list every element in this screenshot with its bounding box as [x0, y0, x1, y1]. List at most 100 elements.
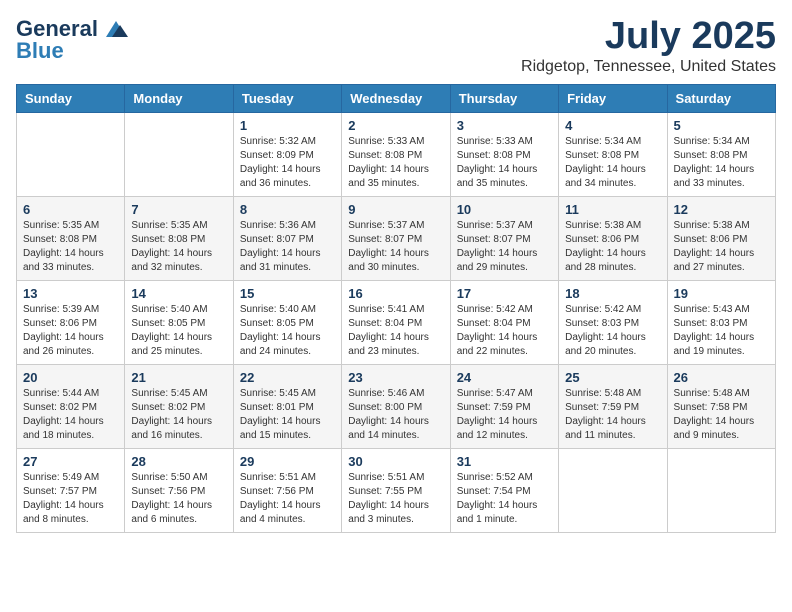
calendar-day-cell: 18Sunrise: 5:42 AM Sunset: 8:03 PM Dayli… [559, 280, 667, 364]
day-info: Sunrise: 5:36 AM Sunset: 8:07 PM Dayligh… [240, 219, 335, 275]
calendar-day-cell: 17 Sunrise: 5:42 AM Sunset: 8:04 PM Dayli… [450, 280, 558, 364]
day-info: Sunrise: 5:46 AM Sunset: 8:00 PM Dayligh… [348, 387, 443, 443]
day-info: Sunrise: 5:37 AM Sunset: 8:07 PM Dayligh… [457, 219, 552, 275]
day-number: 4 [565, 118, 660, 133]
day-info: Sunrise: 5:49 AM Sunset: 7:57 PM Dayligh… [23, 471, 118, 527]
day-info: Sunrise: 5:34 AM Sunset: 8:08 PM Dayligh… [565, 135, 660, 191]
day-number: 28 [131, 454, 226, 469]
calendar-day-cell: 29 Sunrise: 5:51 AM Sunset: 7:56 PM Dayli… [233, 448, 341, 532]
day-number: 1 [240, 118, 335, 133]
day-info: Sunrise: 5:42 AM Sunset: 8:04 PM Dayligh… [457, 303, 552, 359]
calendar-week-row: 6 Sunrise: 5:35 AM Sunset: 8:08 PM Daylig… [17, 196, 776, 280]
day-header-monday: Monday [125, 84, 233, 112]
day-header-saturday: Saturday [667, 84, 775, 112]
calendar-day-cell: 19 Sunrise: 5:43 AM Sunset: 8:03 PM Dayli… [667, 280, 775, 364]
day-number: 6 [23, 202, 118, 217]
day-info: Sunrise: 5:38 AM Sunset: 8:06 PM Dayligh… [565, 219, 660, 275]
logo-blue-text: Blue [16, 38, 64, 64]
calendar-day-cell: 14Sunrise: 5:40 AM Sunset: 8:05 PM Dayli… [125, 280, 233, 364]
day-number: 15 [240, 286, 335, 301]
day-info: Sunrise: 5:39 AM Sunset: 8:06 PM Dayligh… [23, 303, 118, 359]
day-header-wednesday: Wednesday [342, 84, 450, 112]
day-info: Sunrise: 5:45 AM Sunset: 8:01 PM Dayligh… [240, 387, 335, 443]
calendar-day-cell: 10 Sunrise: 5:37 AM Sunset: 8:07 PM Dayli… [450, 196, 558, 280]
day-info: Sunrise: 5:38 AM Sunset: 8:06 PM Dayligh… [674, 219, 769, 275]
day-info: Sunrise: 5:52 AM Sunset: 7:54 PM Dayligh… [457, 471, 552, 527]
day-info: Sunrise: 5:32 AM Sunset: 8:09 PM Dayligh… [240, 135, 335, 191]
calendar-week-row: 27 Sunrise: 5:49 AM Sunset: 7:57 PM Dayli… [17, 448, 776, 532]
calendar-day-cell: 12 Sunrise: 5:38 AM Sunset: 8:06 PM Dayli… [667, 196, 775, 280]
day-info: Sunrise: 5:44 AM Sunset: 8:02 PM Dayligh… [23, 387, 118, 443]
day-number: 22 [240, 370, 335, 385]
calendar-day-cell: 3Sunrise: 5:33 AM Sunset: 8:08 PM Daylig… [450, 112, 558, 196]
day-number: 23 [348, 370, 443, 385]
day-number: 18 [565, 286, 660, 301]
day-number: 29 [240, 454, 335, 469]
calendar-day-cell [17, 112, 125, 196]
day-number: 5 [674, 118, 769, 133]
calendar-day-cell [559, 448, 667, 532]
day-number: 2 [348, 118, 443, 133]
day-info: Sunrise: 5:33 AM Sunset: 8:08 PM Dayligh… [457, 135, 552, 191]
day-number: 31 [457, 454, 552, 469]
calendar-day-cell: 20 Sunrise: 5:44 AM Sunset: 8:02 PM Dayli… [17, 364, 125, 448]
day-number: 25 [565, 370, 660, 385]
day-number: 19 [674, 286, 769, 301]
day-number: 16 [348, 286, 443, 301]
day-number: 27 [23, 454, 118, 469]
day-info: Sunrise: 5:40 AM Sunset: 8:05 PM Dayligh… [240, 303, 335, 359]
day-info: Sunrise: 5:43 AM Sunset: 8:03 PM Dayligh… [674, 303, 769, 359]
day-info: Sunrise: 5:51 AM Sunset: 7:56 PM Dayligh… [240, 471, 335, 527]
day-number: 24 [457, 370, 552, 385]
logo-icon [102, 19, 130, 39]
day-info: Sunrise: 5:40 AM Sunset: 8:05 PM Dayligh… [131, 303, 226, 359]
calendar-day-cell [667, 448, 775, 532]
month-title: July 2025 [521, 16, 776, 58]
calendar-day-cell: 23 Sunrise: 5:46 AM Sunset: 8:00 PM Dayli… [342, 364, 450, 448]
calendar-week-row: 1 Sunrise: 5:32 AM Sunset: 8:09 PM Daylig… [17, 112, 776, 196]
day-number: 7 [131, 202, 226, 217]
day-info: Sunrise: 5:48 AM Sunset: 7:59 PM Dayligh… [565, 387, 660, 443]
day-number: 17 [457, 286, 552, 301]
calendar-day-cell: 27 Sunrise: 5:49 AM Sunset: 7:57 PM Dayli… [17, 448, 125, 532]
calendar-day-cell: 26Sunrise: 5:48 AM Sunset: 7:58 PM Dayli… [667, 364, 775, 448]
day-header-tuesday: Tuesday [233, 84, 341, 112]
calendar-day-cell: 11 Sunrise: 5:38 AM Sunset: 8:06 PM Dayli… [559, 196, 667, 280]
page-header: General Blue July 2025 Ridgetop, Tenness… [16, 16, 776, 76]
day-info: Sunrise: 5:47 AM Sunset: 7:59 PM Dayligh… [457, 387, 552, 443]
calendar-day-cell: 13Sunrise: 5:39 AM Sunset: 8:06 PM Dayli… [17, 280, 125, 364]
day-number: 10 [457, 202, 552, 217]
day-header-thursday: Thursday [450, 84, 558, 112]
calendar-header-row: SundayMondayTuesdayWednesdayThursdayFrid… [17, 84, 776, 112]
day-number: 9 [348, 202, 443, 217]
calendar-day-cell: 28 Sunrise: 5:50 AM Sunset: 7:56 PM Dayli… [125, 448, 233, 532]
calendar-day-cell: 7 Sunrise: 5:35 AM Sunset: 8:08 PM Daylig… [125, 196, 233, 280]
calendar-day-cell: 16 Sunrise: 5:41 AM Sunset: 8:04 PM Dayli… [342, 280, 450, 364]
calendar-week-row: 20 Sunrise: 5:44 AM Sunset: 8:02 PM Dayli… [17, 364, 776, 448]
calendar-day-cell: 2Sunrise: 5:33 AM Sunset: 8:08 PM Daylig… [342, 112, 450, 196]
day-info: Sunrise: 5:41 AM Sunset: 8:04 PM Dayligh… [348, 303, 443, 359]
day-info: Sunrise: 5:35 AM Sunset: 8:08 PM Dayligh… [23, 219, 118, 275]
day-info: Sunrise: 5:37 AM Sunset: 8:07 PM Dayligh… [348, 219, 443, 275]
day-info: Sunrise: 5:35 AM Sunset: 8:08 PM Dayligh… [131, 219, 226, 275]
day-number: 11 [565, 202, 660, 217]
day-info: Sunrise: 5:48 AM Sunset: 7:58 PM Dayligh… [674, 387, 769, 443]
day-number: 30 [348, 454, 443, 469]
day-number: 8 [240, 202, 335, 217]
day-info: Sunrise: 5:51 AM Sunset: 7:55 PM Dayligh… [348, 471, 443, 527]
day-number: 20 [23, 370, 118, 385]
calendar-day-cell: 25 Sunrise: 5:48 AM Sunset: 7:59 PM Dayli… [559, 364, 667, 448]
calendar-day-cell: 30 Sunrise: 5:51 AM Sunset: 7:55 PM Dayli… [342, 448, 450, 532]
calendar-day-cell [125, 112, 233, 196]
title-block: July 2025 Ridgetop, Tennessee, United St… [521, 16, 776, 76]
calendar-day-cell: 31 Sunrise: 5:52 AM Sunset: 7:54 PM Dayli… [450, 448, 558, 532]
day-info: Sunrise: 5:50 AM Sunset: 7:56 PM Dayligh… [131, 471, 226, 527]
day-info: Sunrise: 5:45 AM Sunset: 8:02 PM Dayligh… [131, 387, 226, 443]
calendar-week-row: 13Sunrise: 5:39 AM Sunset: 8:06 PM Dayli… [17, 280, 776, 364]
calendar-day-cell: 4 Sunrise: 5:34 AM Sunset: 8:08 PM Daylig… [559, 112, 667, 196]
day-header-friday: Friday [559, 84, 667, 112]
calendar-table: SundayMondayTuesdayWednesdayThursdayFrid… [16, 84, 776, 533]
calendar-day-cell: 8 Sunrise: 5:36 AM Sunset: 8:07 PM Daylig… [233, 196, 341, 280]
day-number: 12 [674, 202, 769, 217]
day-number: 21 [131, 370, 226, 385]
